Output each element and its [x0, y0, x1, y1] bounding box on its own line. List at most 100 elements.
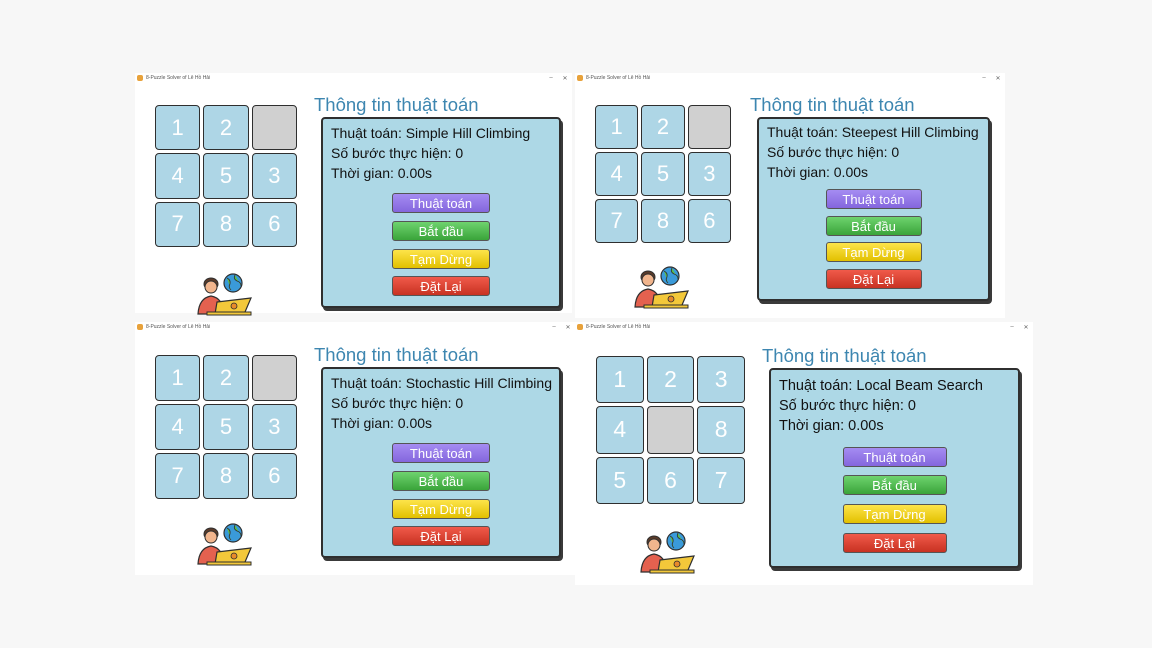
- window-title: 8-Puzzle Solver of Lê Hồ Hải: [586, 324, 651, 330]
- puzzle-tile[interactable]: 6: [687, 199, 731, 243]
- app-icon: [137, 75, 143, 81]
- start-button[interactable]: Bắt đầu: [825, 216, 922, 236]
- developer-avatar-icon: [193, 522, 257, 566]
- pause-button[interactable]: Tạm Dừng: [825, 242, 922, 262]
- pause-button[interactable]: Tạm Dừng: [392, 499, 490, 519]
- empty-tile[interactable]: [646, 406, 695, 454]
- puzzle-tile[interactable]: 1: [595, 105, 639, 149]
- puzzle-board: 123 4 8 567: [596, 356, 745, 504]
- puzzle-tile[interactable]: 7: [697, 456, 745, 504]
- empty-tile[interactable]: [687, 105, 731, 149]
- info-title: Thông tin thuật toán: [314, 94, 479, 115]
- app-icon: [577, 75, 583, 81]
- puzzle-tile[interactable]: 5: [203, 404, 249, 450]
- puzzle-tile[interactable]: 4: [155, 404, 201, 450]
- minimize-icon[interactable]: –: [544, 75, 558, 81]
- window-title: 8-Puzzle Solver of Lê Hồ Hải: [146, 75, 211, 81]
- puzzle-tile[interactable]: 5: [203, 153, 249, 199]
- puzzle-tile[interactable]: 3: [251, 153, 297, 199]
- puzzle-tile[interactable]: 5: [596, 456, 644, 504]
- puzzle-tile[interactable]: 6: [646, 456, 695, 504]
- puzzle-board: 12453 786: [595, 105, 731, 243]
- puzzle-tile[interactable]: 3: [687, 152, 731, 196]
- algorithm-label: Thuật toán: Simple Hill Climbing: [331, 125, 531, 141]
- puzzle-tile[interactable]: 6: [251, 453, 297, 499]
- puzzle-tile[interactable]: 2: [646, 356, 695, 404]
- puzzle-tile[interactable]: 8: [641, 199, 685, 243]
- puzzle-board: 12453 786: [155, 105, 297, 247]
- close-icon[interactable]: ✕: [561, 324, 575, 331]
- puzzle-tile[interactable]: 2: [203, 105, 249, 151]
- time-label: Thời gian: 0.00s: [767, 164, 869, 180]
- start-button[interactable]: Bắt đầu: [842, 475, 947, 495]
- steps-label: Số bước thực hiện: 0: [767, 144, 900, 160]
- title-bar: 8-Puzzle Solver of Lê Hồ Hải – ✕: [135, 73, 572, 83]
- algorithm-button[interactable]: Thuật toán: [392, 443, 490, 463]
- algorithm-button[interactable]: Thuật toán: [825, 189, 922, 209]
- reset-button[interactable]: Đặt Lại: [392, 526, 490, 546]
- info-panel: Thuật toán: Simple Hill Climbing Số bước …: [321, 117, 561, 308]
- puzzle-tile[interactable]: 1: [596, 356, 644, 404]
- algorithm-button[interactable]: Thuật toán: [392, 193, 490, 213]
- puzzle-tile[interactable]: 7: [155, 201, 201, 247]
- time-label: Thời gian: 0.00s: [331, 165, 433, 181]
- info-panel: Thuật toán: Steepest Hill Climbing Số bướ…: [757, 117, 990, 301]
- steps-label: Số bước thực hiện: 0: [331, 395, 464, 411]
- globe-icon: [223, 273, 243, 293]
- minimize-icon[interactable]: –: [977, 75, 991, 81]
- algorithm-button[interactable]: Thuật toán: [842, 447, 947, 467]
- info-title: Thông tin thuật toán: [750, 94, 915, 115]
- close-icon[interactable]: ✕: [1019, 324, 1033, 331]
- steps-label: Số bước thực hiện: 0: [779, 398, 916, 414]
- time-label: Thời gian: 0.00s: [331, 415, 433, 431]
- puzzle-tile[interactable]: 3: [251, 404, 297, 450]
- algorithm-label: Thuật toán: Stochastic Hill Climbing: [331, 375, 552, 391]
- algorithm-label: Thuật toán: Local Beam Search: [779, 378, 983, 394]
- developer-avatar-icon: [630, 265, 694, 309]
- steps-label: Số bước thực hiện: 0: [331, 145, 464, 161]
- globe-icon: [660, 266, 680, 286]
- empty-tile[interactable]: [251, 355, 297, 401]
- puzzle-board: 12453 786: [155, 355, 297, 499]
- puzzle-tile[interactable]: 2: [641, 105, 685, 149]
- title-bar: 8-Puzzle Solver of Lê Hồ Hải – ✕: [575, 73, 1005, 83]
- puzzle-tile[interactable]: 4: [155, 153, 201, 199]
- puzzle-tile[interactable]: 8: [203, 201, 249, 247]
- puzzle-tile[interactable]: 1: [155, 105, 201, 151]
- puzzle-tile[interactable]: 8: [697, 406, 745, 454]
- reset-button[interactable]: Đặt Lại: [825, 269, 922, 289]
- puzzle-tile[interactable]: 4: [595, 152, 639, 196]
- globe-icon: [223, 523, 243, 543]
- window-title: 8-Puzzle Solver of Lê Hồ Hải: [586, 75, 651, 81]
- window-title: 8-Puzzle Solver of Lê Hồ Hải: [146, 324, 211, 330]
- info-title: Thông tin thuật toán: [314, 344, 479, 365]
- start-button[interactable]: Bắt đầu: [392, 471, 490, 491]
- time-label: Thời gian: 0.00s: [779, 418, 884, 434]
- start-button[interactable]: Bắt đầu: [392, 221, 490, 241]
- pause-button[interactable]: Tạm Dừng: [842, 504, 947, 524]
- puzzle-tile[interactable]: 5: [641, 152, 685, 196]
- puzzle-tile[interactable]: 3: [697, 356, 745, 404]
- empty-tile[interactable]: [251, 105, 297, 151]
- puzzle-tile[interactable]: 4: [596, 406, 644, 454]
- developer-avatar-icon: [193, 272, 257, 316]
- puzzle-tile[interactable]: 6: [251, 201, 297, 247]
- algorithm-label: Thuật toán: Steepest Hill Climbing: [767, 124, 979, 140]
- pause-button[interactable]: Tạm Dừng: [392, 249, 490, 269]
- puzzle-tile[interactable]: 8: [203, 453, 249, 499]
- app-icon: [137, 324, 143, 330]
- globe-icon: [666, 531, 686, 551]
- minimize-icon[interactable]: –: [547, 324, 561, 330]
- developer-avatar-icon: [636, 530, 700, 574]
- puzzle-tile[interactable]: 7: [595, 199, 639, 243]
- title-bar: 8-Puzzle Solver of Lê Hồ Hải – ✕: [135, 322, 575, 332]
- reset-button[interactable]: Đặt Lại: [842, 533, 947, 553]
- minimize-icon[interactable]: –: [1005, 324, 1019, 330]
- puzzle-tile[interactable]: 1: [155, 355, 201, 401]
- title-bar: 8-Puzzle Solver of Lê Hồ Hải – ✕: [575, 322, 1033, 332]
- puzzle-tile[interactable]: 2: [203, 355, 249, 401]
- puzzle-tile[interactable]: 7: [155, 453, 201, 499]
- close-icon[interactable]: ✕: [991, 75, 1005, 82]
- close-icon[interactable]: ✕: [558, 75, 572, 82]
- reset-button[interactable]: Đặt Lại: [392, 276, 490, 296]
